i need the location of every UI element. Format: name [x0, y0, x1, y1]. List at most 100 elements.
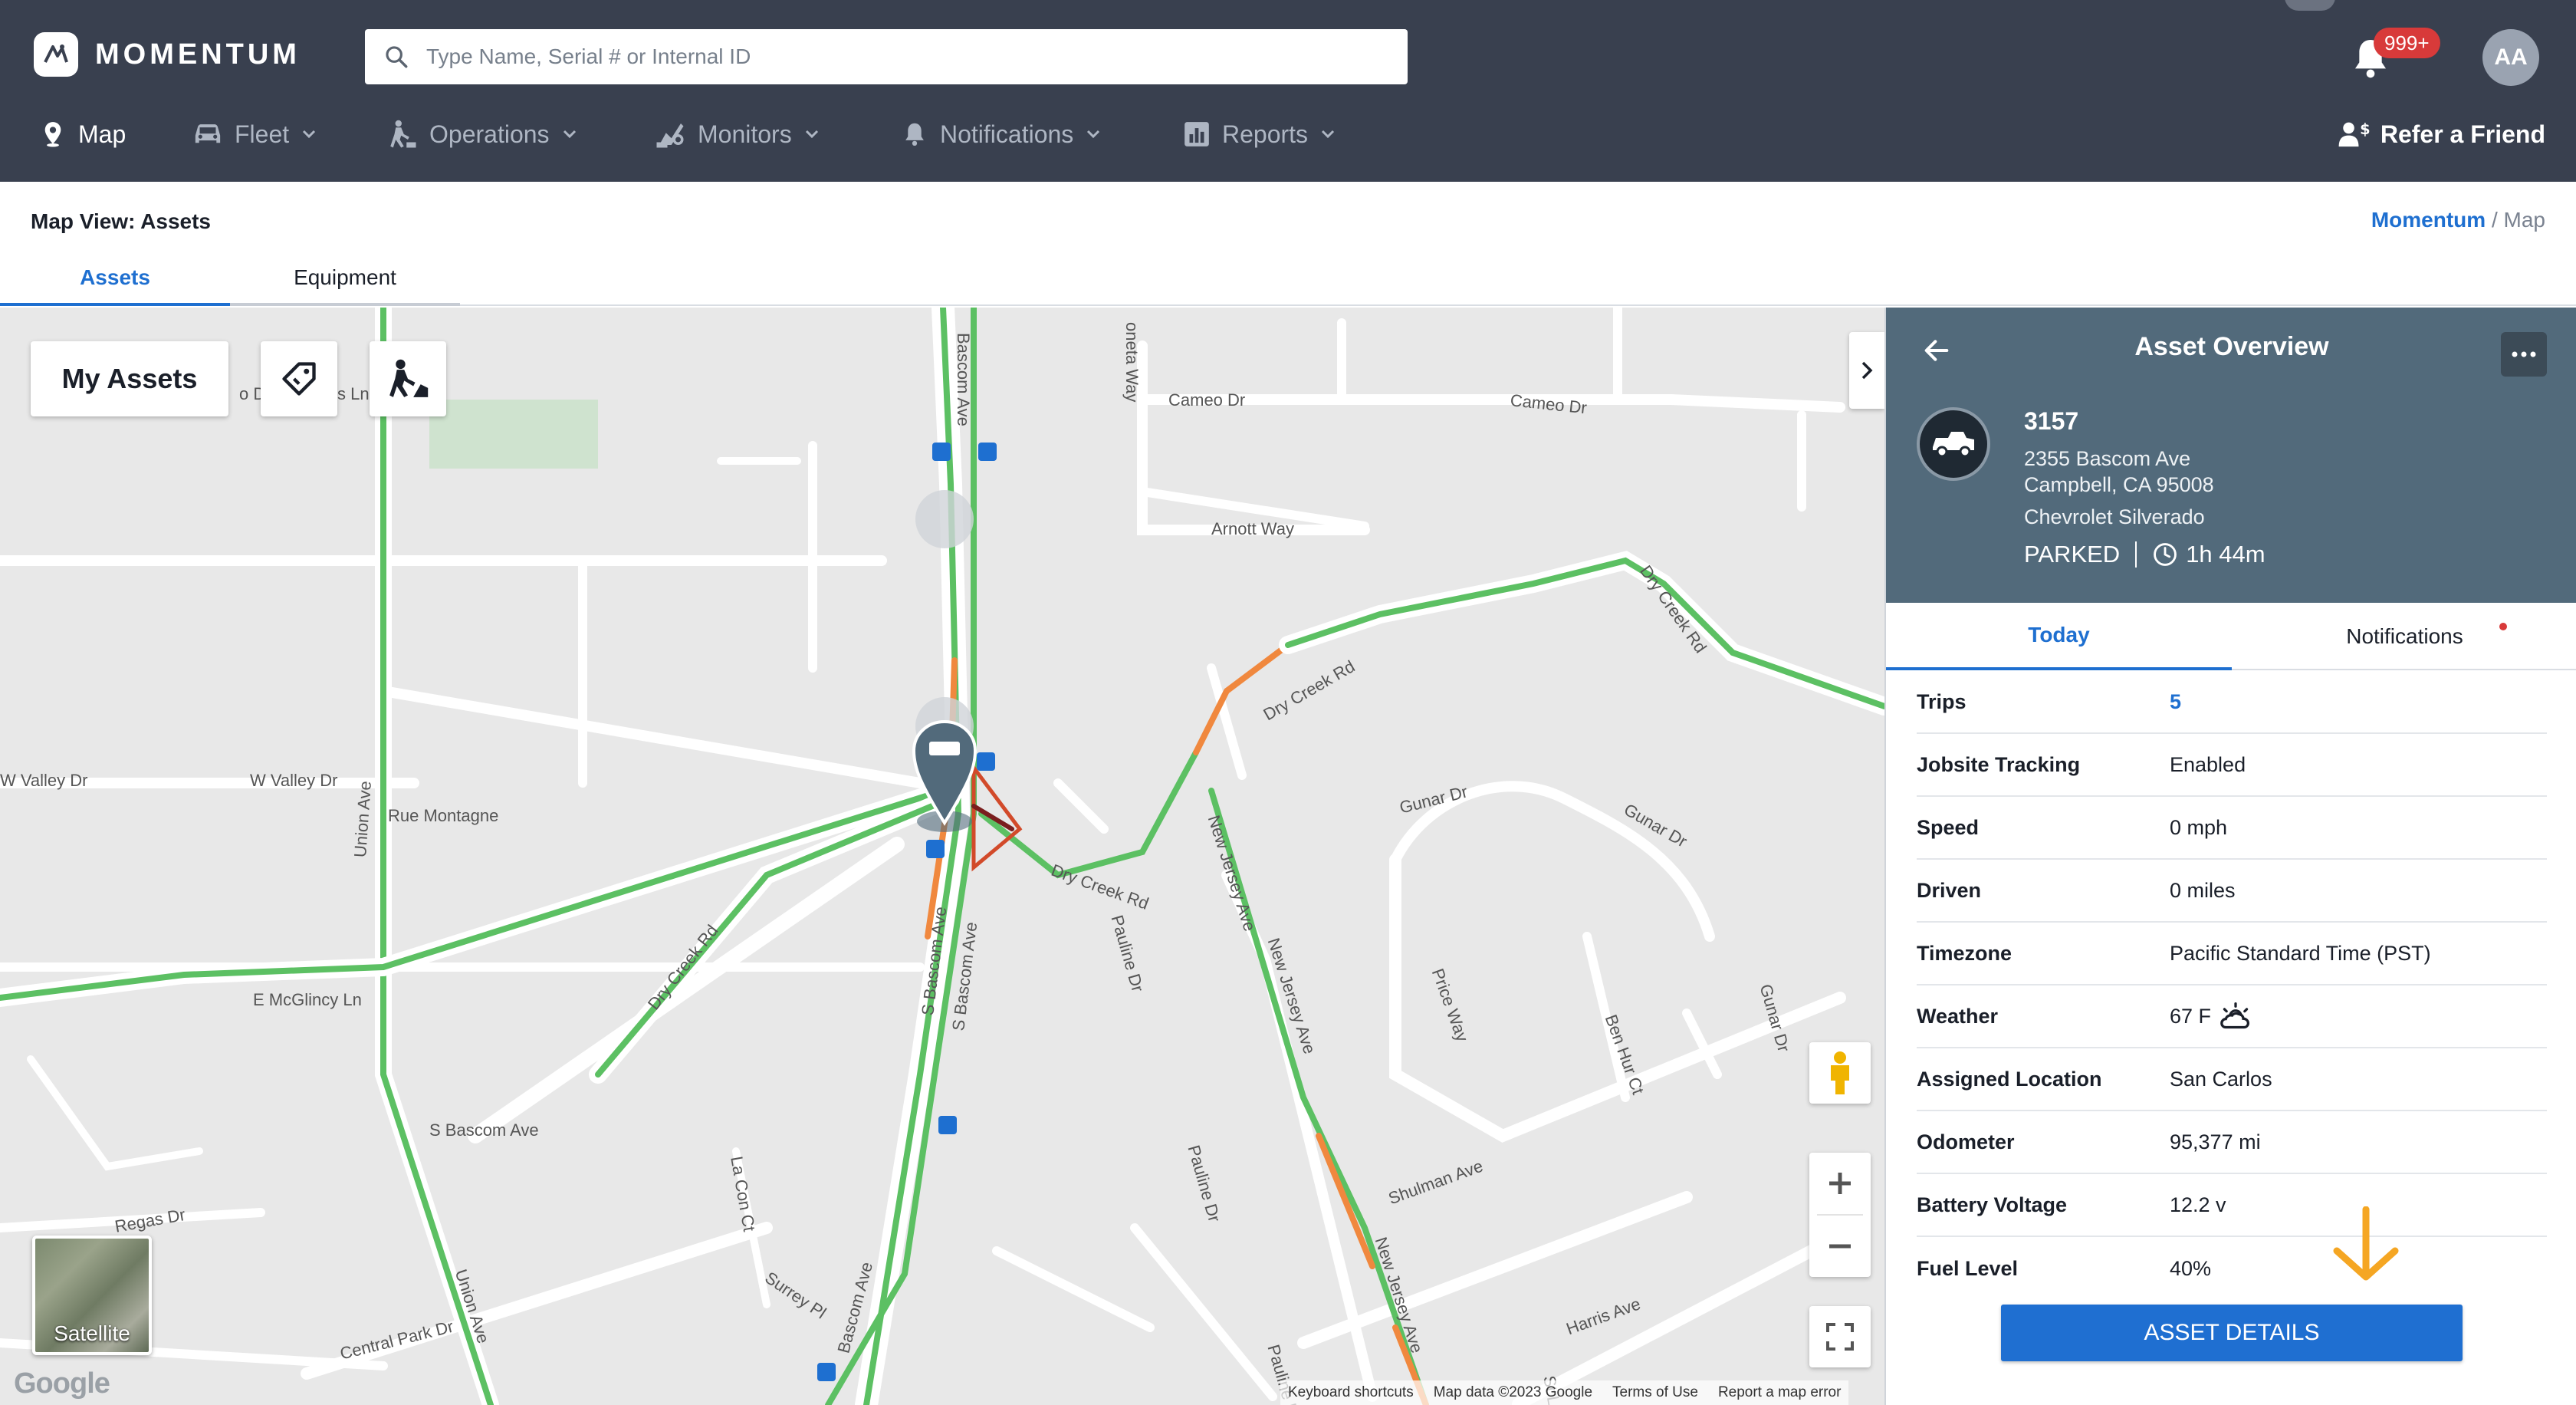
- view-tabs: Assets Equipment: [0, 252, 460, 306]
- operations-icon: [386, 118, 419, 150]
- nav-fleet-label: Fleet: [235, 120, 290, 148]
- breadcrumb-momentum-link[interactable]: Momentum: [2371, 208, 2486, 232]
- nav-monitors[interactable]: Monitors: [653, 107, 820, 161]
- street-label: Arnott Way: [1211, 519, 1294, 538]
- search-bar[interactable]: [365, 29, 1408, 84]
- detail-label: Odometer: [1917, 1130, 2015, 1153]
- map-roads: [0, 308, 1884, 1405]
- zoom-out-button[interactable]: [1809, 1216, 1871, 1277]
- street-label: Bascom Ave: [954, 333, 973, 426]
- bell-icon: [900, 119, 929, 150]
- detail-row-jobsite-tracking: Jobsite Tracking Enabled: [1917, 734, 2547, 797]
- reports-icon: [1182, 120, 1211, 149]
- my-assets-button[interactable]: My Assets: [31, 341, 228, 416]
- vehicle-model: Chevrolet Silverado: [2024, 505, 2205, 528]
- google-logo: Google: [14, 1367, 110, 1400]
- street-label: E McGlincy Ln: [253, 990, 362, 1009]
- detail-value: San Carlos: [2170, 1067, 2272, 1091]
- map-canvas[interactable]: Cameo Dr Cameo Dr Arnott Way Dry Creek R…: [0, 308, 1884, 1405]
- panel-tabs: Today Notifications: [1886, 603, 2576, 670]
- clock-icon: [2152, 541, 2178, 568]
- satellite-label: Satellite: [54, 1321, 130, 1345]
- nav-notifications-label: Notifications: [940, 120, 1074, 148]
- partly-cloudy-night-icon: [2219, 1001, 2252, 1032]
- fullscreen-button[interactable]: [1809, 1306, 1871, 1367]
- detail-value: 0 mph: [2170, 815, 2228, 839]
- tab-assets[interactable]: Assets: [0, 252, 230, 306]
- car-icon: [192, 120, 224, 149]
- detail-row-driven: Driven 0 miles: [1917, 860, 2547, 923]
- main-nav: Map Fleet Operations Monitors Notificati…: [0, 107, 2576, 161]
- status-label: PARKED: [2024, 541, 2121, 568]
- tab-notifications[interactable]: Notifications: [2232, 603, 2576, 670]
- refer-a-friend-link[interactable]: $ Refer a Friend: [2338, 107, 2545, 161]
- svg-text:$: $: [2360, 120, 2370, 138]
- tab-equipment[interactable]: Equipment: [230, 252, 460, 306]
- more-horizontal-icon: [2511, 350, 2537, 358]
- scroll-hint-arrow-icon: [2331, 1206, 2401, 1287]
- street-label: Rue Montagne: [388, 806, 499, 825]
- expand-panel-button[interactable]: [1849, 332, 1884, 409]
- tag-filter-button[interactable]: [261, 341, 337, 416]
- page-title: Map View: Assets: [31, 209, 211, 233]
- nav-monitors-label: Monitors: [698, 120, 792, 148]
- refer-user-icon: $: [2338, 119, 2370, 150]
- chevron-down-icon: [301, 129, 317, 140]
- jobsite-filter-button[interactable]: [370, 341, 446, 416]
- street-view-button[interactable]: [1809, 1042, 1871, 1104]
- map-pin-icon: [38, 120, 67, 149]
- detail-row-trips: Trips 5: [1917, 671, 2547, 734]
- detail-row-timezone: Timezone Pacific Standard Time (PST): [1917, 923, 2547, 985]
- detail-label: Battery Voltage: [1917, 1193, 2068, 1216]
- detail-row-odometer: Odometer 95,377 mi: [1917, 1111, 2547, 1174]
- notification-count-badge: 999+: [2374, 28, 2440, 58]
- detail-row-weather: Weather 67 F: [1917, 985, 2547, 1048]
- search-input[interactable]: [426, 44, 1346, 69]
- report-map-error-link[interactable]: Report a map error: [1718, 1384, 1842, 1401]
- chevron-down-icon: [1086, 129, 1101, 140]
- fullscreen-icon: [1825, 1321, 1855, 1352]
- detail-label: Fuel Level: [1917, 1256, 2019, 1280]
- street-label: S Bascom Ave: [429, 1120, 539, 1140]
- satellite-toggle[interactable]: Satellite: [32, 1236, 152, 1355]
- more-options-button[interactable]: [2501, 332, 2547, 377]
- detail-label: Weather: [1917, 1004, 1999, 1028]
- terms-of-use-link[interactable]: Terms of Use: [1612, 1384, 1698, 1401]
- detail-label: Speed: [1917, 815, 1980, 839]
- detail-row-battery-voltage: Battery Voltage 12.2 v: [1917, 1174, 2547, 1237]
- trips-count-link[interactable]: 5: [2170, 690, 2181, 714]
- nav-operations[interactable]: Operations: [386, 107, 577, 161]
- tab-today[interactable]: Today: [1886, 603, 2232, 670]
- address-line-1: 2355 Bascom Ave: [2024, 447, 2191, 470]
- user-avatar[interactable]: AA: [2482, 29, 2539, 86]
- nav-map[interactable]: Map: [38, 107, 126, 161]
- duration-value: 1h 44m: [2186, 541, 2266, 568]
- zoom-controls: [1809, 1153, 1871, 1277]
- asset-overview-panel: Asset Overview 3157 2355 Bascom Ave Camp…: [1884, 308, 2576, 1405]
- detail-label: Timezone: [1917, 941, 2013, 965]
- detail-value: 67 F: [2170, 1004, 2212, 1028]
- weather-value: 67 F: [2170, 1001, 2252, 1032]
- nav-notifications[interactable]: Notifications: [900, 107, 1101, 161]
- keyboard-shortcuts-link[interactable]: Keyboard shortcuts: [1288, 1384, 1414, 1401]
- nav-fleet[interactable]: Fleet: [192, 107, 317, 161]
- brand-name: MOMENTUM: [95, 38, 301, 71]
- brand[interactable]: MOMENTUM: [34, 28, 301, 81]
- chevron-down-icon: [562, 129, 577, 140]
- detail-row-speed: Speed 0 mph: [1917, 797, 2547, 860]
- street-label: W Valley Dr: [250, 771, 338, 790]
- zoom-in-button[interactable]: [1809, 1153, 1871, 1214]
- chevron-down-icon: [804, 129, 820, 140]
- detail-label: Driven: [1917, 878, 1982, 902]
- tag-icon: [279, 359, 319, 399]
- breadcrumb-separator: /: [2486, 208, 2504, 232]
- street-label: s Ln: [337, 384, 370, 403]
- nav-reports[interactable]: Reports: [1182, 107, 1336, 161]
- chevron-right-icon: [1858, 359, 1875, 382]
- top-partial-icon: [2285, 0, 2335, 11]
- asset-id: 3157: [2024, 407, 2079, 435]
- street-label: oneta Way: [1122, 322, 1142, 403]
- worker-icon: [384, 357, 432, 401]
- asset-details-button[interactable]: ASSET DETAILS: [2001, 1305, 2463, 1361]
- status-divider: [2135, 541, 2137, 568]
